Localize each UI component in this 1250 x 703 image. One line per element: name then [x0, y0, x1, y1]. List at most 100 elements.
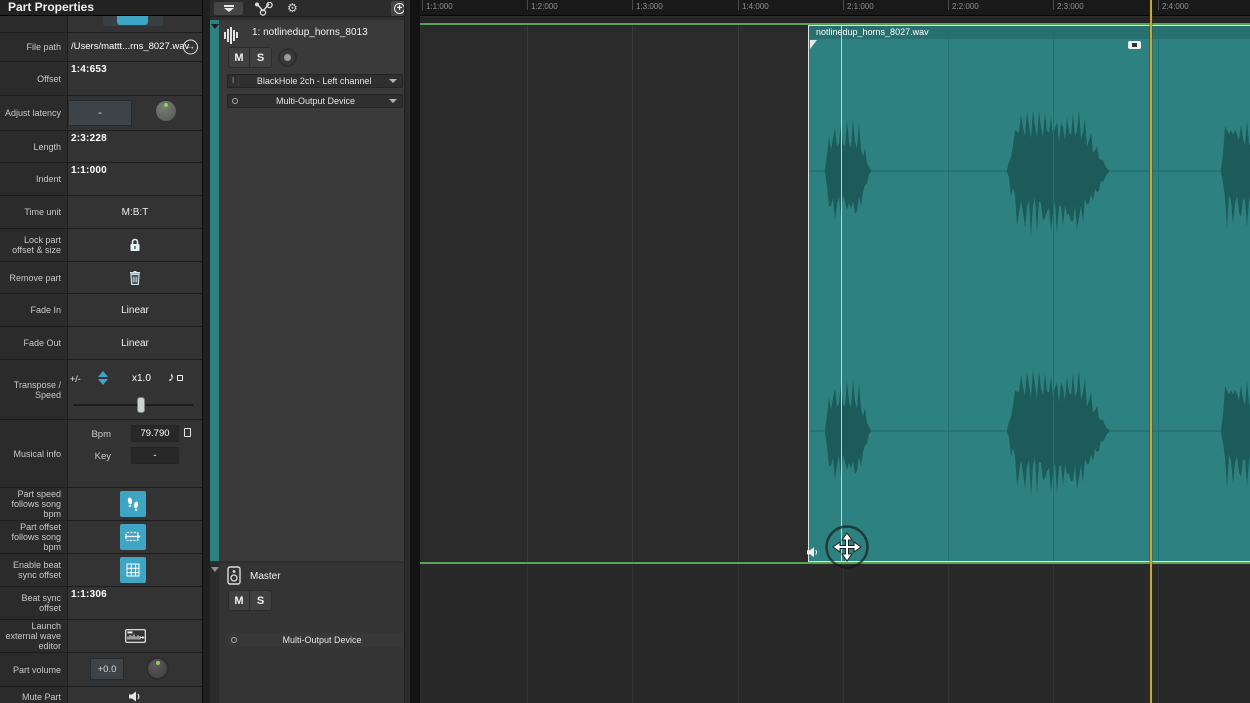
- waveform-blob: [1221, 120, 1250, 229]
- note-lock-icon[interactable]: ♪: [168, 368, 175, 386]
- enable-beat-sync-label: Enable beat sync offset: [0, 554, 68, 586]
- output-dot-icon: [231, 637, 237, 643]
- offset-follow-toggle[interactable]: [120, 524, 146, 550]
- track-toolbar: ⚙ +: [210, 0, 410, 17]
- fade-out-value[interactable]: Linear: [68, 327, 202, 359]
- wave-editor-icon[interactable]: [68, 620, 202, 652]
- fade-in-row: Fade In Linear: [0, 294, 202, 327]
- mute-speaker-icon[interactable]: [68, 687, 202, 703]
- footsteps-toggle[interactable]: [120, 491, 146, 517]
- output-dot-icon: [232, 98, 238, 104]
- ruler-tick: [422, 0, 423, 10]
- ruler-tick-label: 2:4:000: [1162, 2, 1189, 11]
- mute-solo-group: M S: [228, 47, 272, 68]
- output-select[interactable]: Multi-Output Device: [227, 633, 403, 647]
- indent-label: Indent: [0, 163, 68, 195]
- routing-icon[interactable]: [254, 2, 274, 16]
- beat-sync-offset-row: Beat sync offset 1:1:306: [0, 587, 202, 620]
- mute-button[interactable]: M: [228, 47, 250, 68]
- speed-value[interactable]: x1.0: [132, 373, 151, 384]
- master-strip: [210, 563, 219, 703]
- ruler-tick: [1158, 0, 1159, 10]
- waveform-blob: [1007, 370, 1109, 496]
- indent-value[interactable]: 1:1:000: [71, 165, 107, 176]
- master-speaker-icon: [227, 566, 241, 585]
- panel-divider[interactable]: [410, 0, 420, 703]
- audio-region[interactable]: notlinedup_horns_8027.wav: [808, 25, 1250, 562]
- lock-part-label: Lock part offset & size: [0, 229, 68, 261]
- beat-sync-offset-value[interactable]: 1:1:306: [71, 589, 107, 600]
- collapse-arrow-icon[interactable]: [211, 24, 219, 29]
- offset-value[interactable]: 1:4:653: [71, 64, 107, 75]
- playhead[interactable]: [1150, 0, 1152, 703]
- chevron-down-icon: [389, 79, 397, 83]
- adjust-latency-knob[interactable]: [156, 101, 176, 121]
- mute-button[interactable]: M: [228, 590, 250, 611]
- mute-part-row: Mute Part: [0, 687, 202, 703]
- file-path-value[interactable]: /Users/mattt...rns_8027.wav: [71, 41, 189, 52]
- clipped-top-row: [0, 16, 202, 33]
- audio-track-icon: [224, 26, 238, 44]
- ruler-tick: [843, 0, 844, 10]
- trash-icon[interactable]: [68, 262, 202, 293]
- open-file-icon[interactable]: →: [183, 40, 198, 55]
- clipped-toggle[interactable]: [117, 16, 148, 25]
- part-volume-label: Part volume: [0, 653, 68, 686]
- track-name[interactable]: 1: notlinedup_horns_8013: [252, 27, 368, 38]
- fade-in-value[interactable]: Linear: [68, 294, 202, 326]
- ruler-tick-label: 1:1:000: [426, 2, 453, 11]
- fade-out-row: Fade Out Linear: [0, 327, 202, 360]
- ruler-tick: [948, 0, 949, 10]
- fade-out-label: Fade Out: [0, 327, 68, 359]
- input-select[interactable]: I BlackHole 2ch - Left channel: [227, 74, 403, 88]
- collapse-tracks-button[interactable]: [214, 2, 243, 15]
- time-unit-row: Time unit M:B:T: [0, 196, 202, 229]
- solo-button[interactable]: S: [250, 47, 272, 68]
- waveform-blob: [1221, 380, 1250, 489]
- arranger-lane-master[interactable]: [420, 564, 1250, 703]
- lock-icon[interactable]: [68, 229, 202, 261]
- speed-slider-handle[interactable]: [137, 397, 145, 413]
- ruler-tick-label: 2:1:000: [847, 2, 874, 11]
- beat-sync-offset-label: Beat sync offset: [0, 587, 68, 619]
- collapse-arrow-icon[interactable]: [211, 567, 219, 572]
- transpose-spinner[interactable]: [98, 371, 108, 385]
- output-value: Multi-Output Device: [242, 96, 389, 106]
- track-row-master[interactable]: Master M S Multi-Output Device: [210, 563, 410, 703]
- length-row: Length 2:3:228: [0, 131, 202, 163]
- waveform-blob: [825, 120, 871, 220]
- file-path-label: File path: [0, 33, 68, 61]
- mute-part-label: Mute Part: [0, 687, 68, 703]
- record-arm-button[interactable]: [278, 48, 297, 67]
- tap-tempo-icon[interactable]: [184, 428, 191, 437]
- musical-info-row: Musical info Bpm 79.790 Key -: [0, 420, 202, 488]
- ruler-tick: [527, 0, 528, 10]
- ruler-tick: [632, 0, 633, 10]
- gear-icon[interactable]: ⚙: [287, 1, 298, 15]
- part-volume-knob[interactable]: [146, 657, 169, 680]
- waveform-svg: [809, 26, 1250, 563]
- output-select[interactable]: Multi-Output Device: [227, 94, 403, 108]
- input-prefix: I: [228, 76, 239, 86]
- track-name[interactable]: Master: [250, 571, 281, 582]
- panel-title: Part Properties: [0, 0, 202, 16]
- speed-slider-track[interactable]: [73, 404, 193, 406]
- length-value[interactable]: 2:3:228: [71, 133, 107, 144]
- fade-in-label: Fade In: [0, 294, 68, 326]
- key-value[interactable]: -: [131, 447, 179, 464]
- time-unit-value[interactable]: M:B:T: [68, 196, 202, 228]
- ruler-tick-label: 2:3:000: [1057, 2, 1084, 11]
- ruler-tick-label: 1:4:000: [742, 2, 769, 11]
- ruler-tick: [1053, 0, 1054, 10]
- timeline-ruler[interactable]: 1:1:0001:2:0001:3:0001:4:0002:1:0002:2:0…: [420, 0, 1250, 16]
- solo-button[interactable]: S: [250, 590, 272, 611]
- input-value: BlackHole 2ch - Left channel: [239, 76, 389, 86]
- bpm-value[interactable]: 79.790: [131, 425, 179, 442]
- track-row-audio1[interactable]: 1: notlinedup_horns_8013 M S I BlackHole…: [210, 20, 410, 561]
- region-badge-icon[interactable]: [1128, 41, 1141, 49]
- region-speaker-icon[interactable]: [806, 546, 820, 559]
- part-volume-value[interactable]: +0.0: [90, 658, 124, 680]
- grid-toggle[interactable]: [120, 557, 146, 583]
- adjust-latency-button[interactable]: -: [68, 100, 132, 126]
- waveform-blob: [1007, 110, 1109, 236]
